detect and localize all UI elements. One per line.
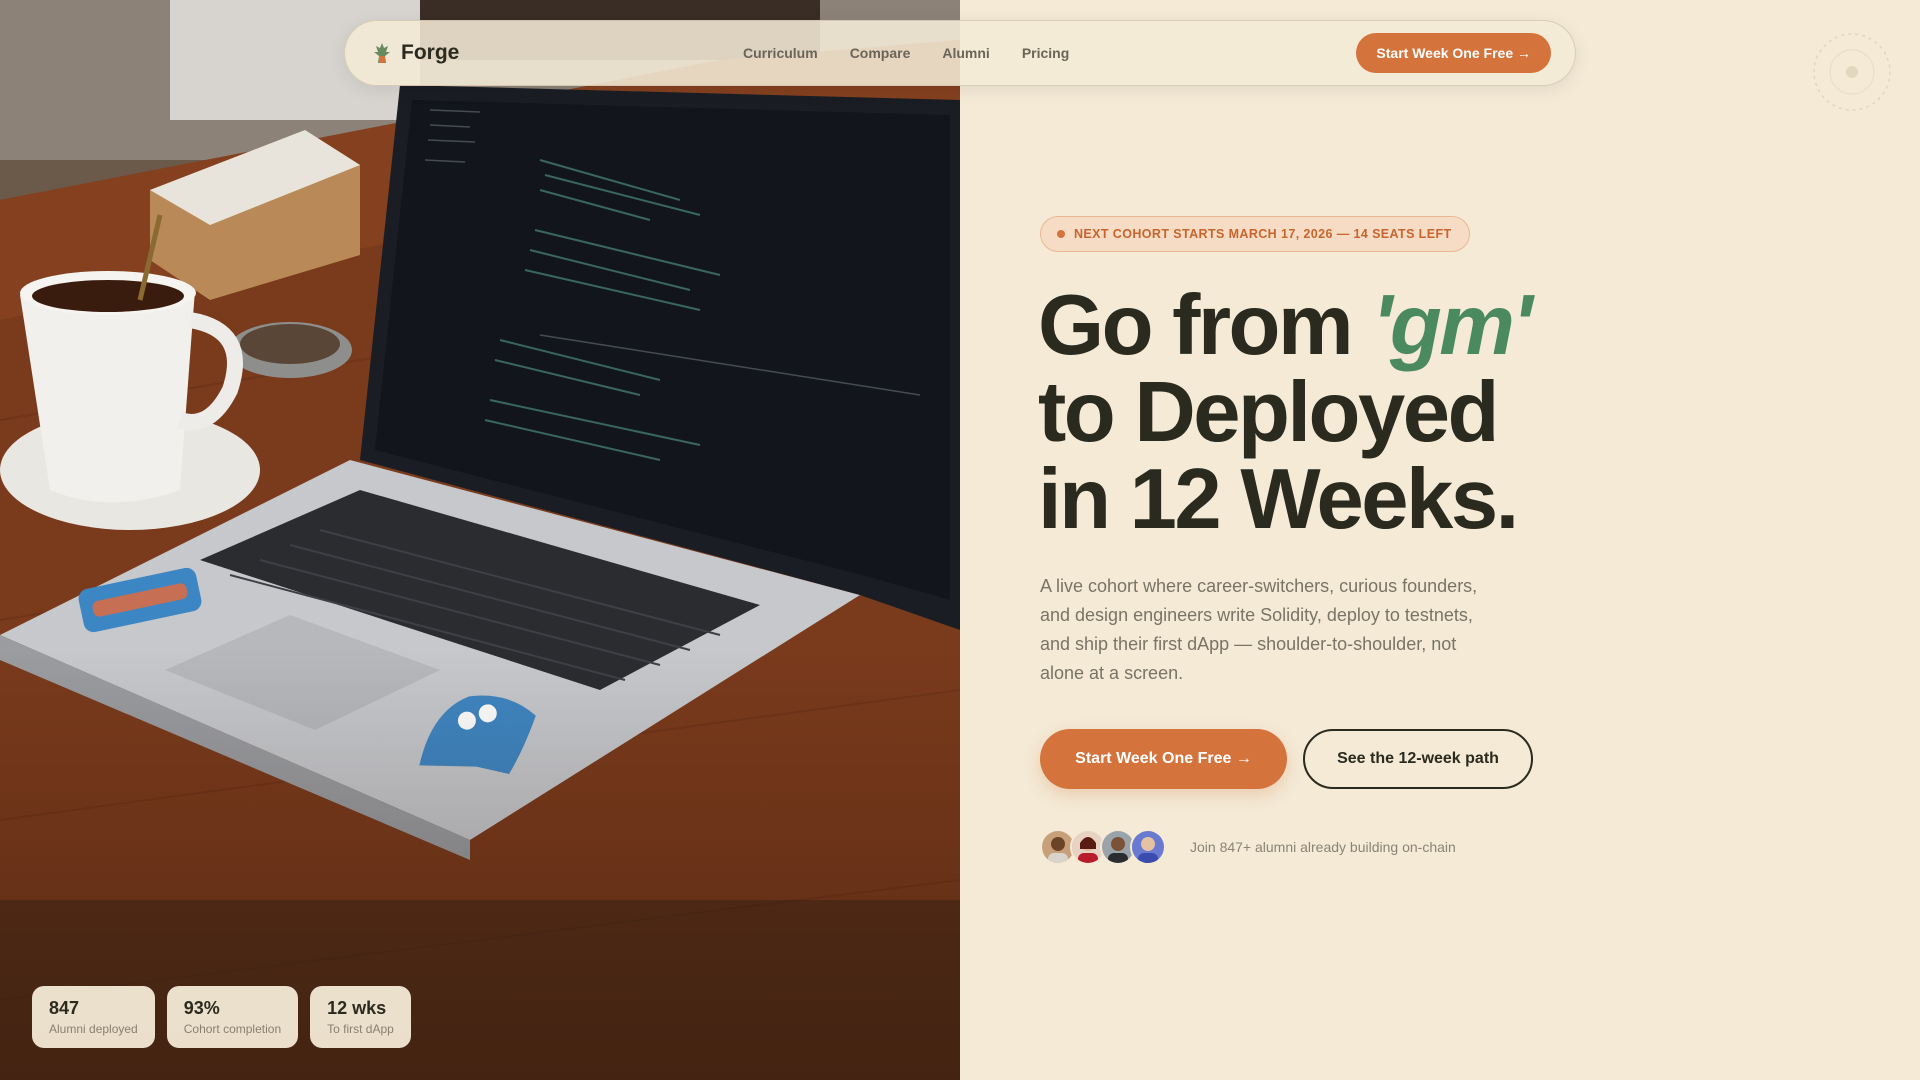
brand-name: Forge	[401, 41, 460, 64]
nav-link-compare[interactable]: Compare	[850, 45, 911, 61]
headline-line-2: to Deployed	[1038, 365, 1499, 460]
hero-photo: 847 Alumni deployed 93% Cohort completio…	[0, 0, 960, 1080]
nav-links: Curriculum Compare Alumni Pricing	[743, 45, 1069, 61]
stat-card-alumni: 847 Alumni deployed	[32, 986, 155, 1048]
avatar	[1130, 829, 1166, 865]
nav-link-alumni[interactable]: Alumni	[942, 45, 989, 61]
see-path-button[interactable]: See the 12-week path	[1303, 729, 1533, 789]
forge-logo-icon	[374, 43, 390, 63]
alumni-avatars	[1040, 829, 1166, 865]
headline-line-3: in 12 Weeks.	[1038, 452, 1519, 547]
stat-label: To first dApp	[327, 1022, 394, 1036]
social-proof: Join 847+ alumni already building on-cha…	[1040, 829, 1456, 865]
stat-label: Cohort completion	[183, 1022, 282, 1036]
stat-card-completion: 93% Cohort completion	[166, 986, 299, 1048]
top-nav: Forge Curriculum Compare Alumni Pricing …	[344, 20, 1576, 86]
nav-link-pricing[interactable]: Pricing	[1022, 45, 1069, 61]
social-proof-text: Join 847+ alumni already building on-cha…	[1190, 839, 1456, 855]
nav-start-free-button[interactable]: Start Week One Free →	[1356, 33, 1551, 73]
brand-link[interactable]: Forge	[373, 41, 459, 65]
headline-pre: Go from	[1038, 278, 1373, 373]
stat-value: 12 wks	[327, 998, 387, 1019]
photo-shade	[0, 0, 960, 1080]
hero-description: A live cohort where career-switchers, cu…	[1040, 576, 1478, 683]
stats-row: 847 Alumni deployed 93% Cohort completio…	[32, 986, 411, 1048]
stat-value: 93%	[183, 998, 220, 1019]
stat-value: 847	[49, 998, 80, 1019]
stat-card-duration: 12 wks To first dApp	[310, 986, 411, 1048]
hero-headline: Go from 'gm' to Deployed in 12 Weeks.	[1038, 282, 1533, 543]
cohort-badge: NEXT COHORT STARTS MARCH 17, 2026 — 14 S…	[1040, 216, 1470, 252]
stat-label: Alumni deployed	[49, 1022, 138, 1036]
hero-start-free-button[interactable]: Start Week One Free →	[1040, 729, 1287, 789]
status-dot-icon	[1057, 230, 1065, 238]
headline-accent: 'gm'	[1372, 278, 1532, 373]
decorative-circle-icon	[1813, 33, 1891, 111]
nav-link-curriculum[interactable]: Curriculum	[743, 45, 818, 61]
cohort-badge-text: NEXT COHORT STARTS MARCH 17, 2026 — 14 S…	[1074, 227, 1452, 241]
